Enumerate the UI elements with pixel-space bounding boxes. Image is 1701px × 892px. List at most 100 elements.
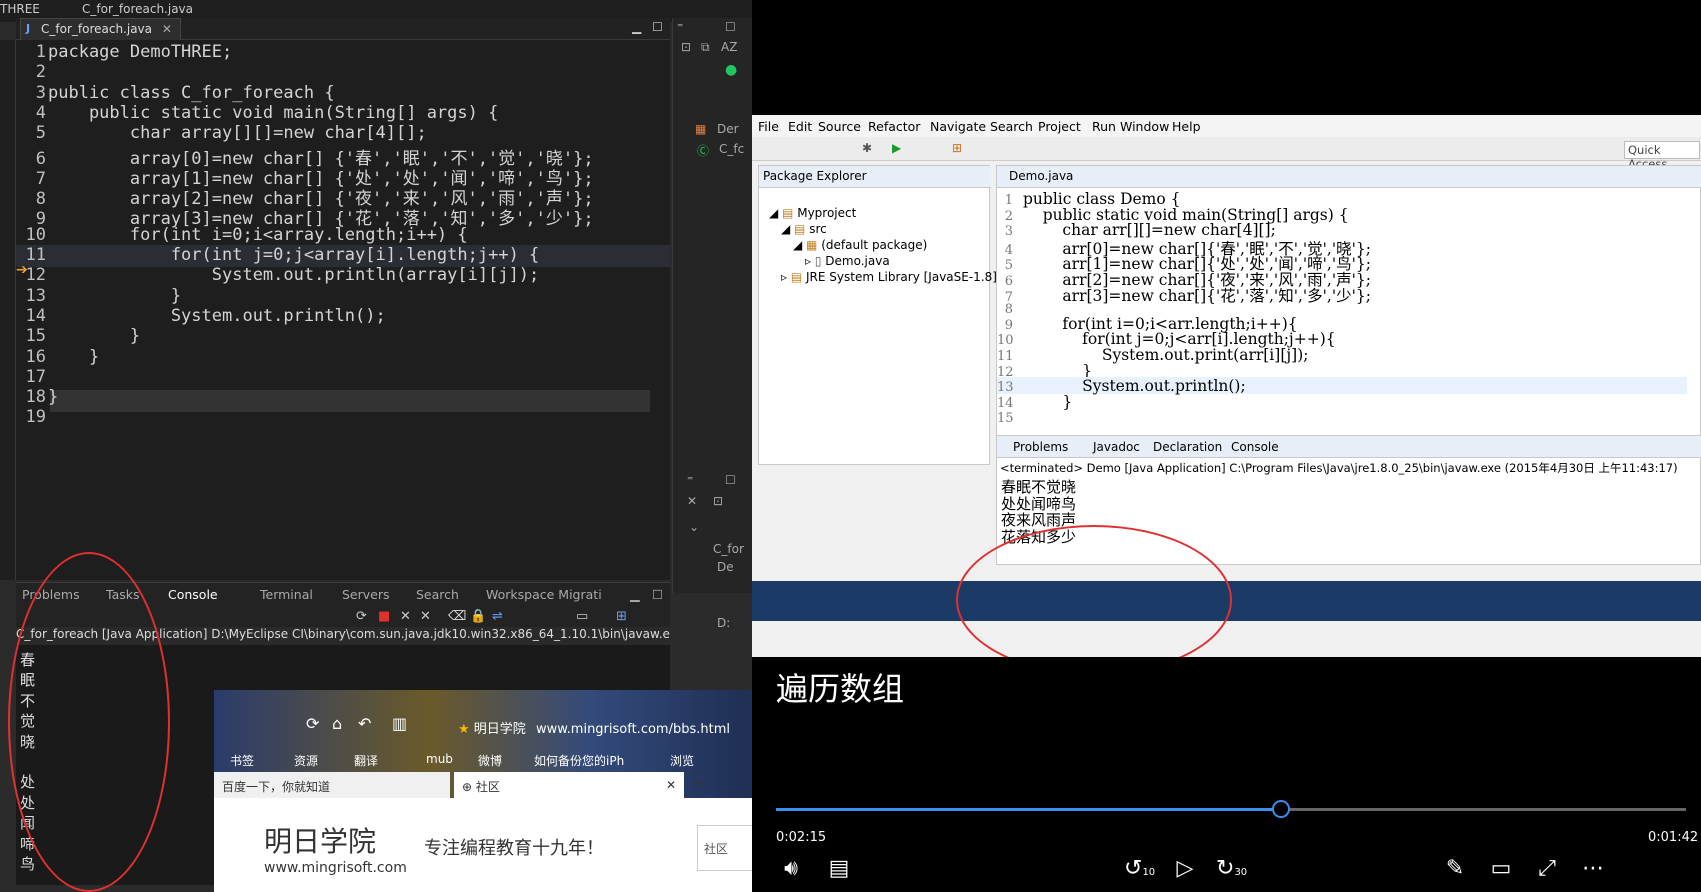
code-tab-bar: Demo.java [997,166,1701,188]
code-editor[interactable]: 1 package DemoTHREE; 2 3 public class C_for_… [16,40,670,580]
remove-all-icon[interactable]: ✕ [420,609,431,624]
reader-icon[interactable]: ▥ [392,714,407,733]
bookmark-item[interactable]: 书签 [230,752,254,769]
demo-code-line: 11 System.out.print(arr[i][j]); [997,346,1687,364]
star-icon[interactable]: ★ [458,722,470,737]
video-frame[interactable]: File Edit Source Refactor Navigate Searc… [752,115,1701,657]
maximize-icon[interactable]: ☐ [652,587,663,602]
minimize-icon[interactable]: ▁ [630,587,640,602]
right-view-item-1[interactable]: C_fc [719,142,744,156]
more-options-icon[interactable]: ⋯ [1578,854,1608,884]
right-view-column: ⁼ ☐ ⊡ ⧉ AZ ● ▦ Der Ⓒ C_fc ⁼ ☐ ✕ ⊡ ⌄ C_fo… [672,18,752,630]
demo-code-line: 7 arr[3]=new char[]{'花','落','知','多','少'}… [997,284,1687,305]
menu-file: File [758,119,779,134]
tree-item-demo-java: ▹ ▯ Demo.java [805,254,890,268]
right-view-item-0[interactable]: Der [717,122,739,136]
scroll-lock-icon[interactable]: 🔒 [470,609,486,624]
right-view-item-4[interactable]: D: [717,616,730,630]
collapse-icon[interactable]: ⊡ [681,40,691,54]
browser-tab-label: 社区 [475,780,500,794]
pin-icon[interactable]: ⊡ [713,494,723,508]
code-line: 1 package DemoTHREE; [16,42,670,64]
close-all-icon[interactable]: ✕ [687,494,697,508]
stop-icon[interactable]: ■ [378,609,390,624]
code-text: public class C_for_foreach { [48,82,335,103]
browser-tab-baidu[interactable]: 百度一下，你就知道 [214,772,450,798]
new-tab-icon[interactable]: + [692,776,704,792]
word-wrap-icon[interactable]: ⇌ [492,609,503,624]
site-logo[interactable]: 明日学院 [264,820,376,860]
tree-item-project: ◢ ▤ Myproject [769,206,857,220]
code-line: 10 for(int i=0;i<array.length;i++) { [16,225,670,247]
java-file-icon: ▯ [814,254,822,268]
code-text: public static void main(String[] args) { [48,102,499,123]
seek-thumb[interactable] [1272,800,1291,818]
view-menu-icon[interactable]: ⁼ [677,20,683,34]
bookmark-item[interactable]: 如何备份您的iPh [534,752,624,769]
undo-icon[interactable]: ↶ [358,714,371,733]
seek-bar-progress [776,808,1282,811]
skip-back-button[interactable]: ↺10 [1124,854,1155,884]
code-line: 9 array[3]=new char[] {'花','落','知','多','… [16,204,670,229]
bookmark-item[interactable]: 浏览 [670,752,694,769]
maximize-icon[interactable]: ☐ [725,473,736,487]
bookmark-item[interactable]: 微博 [478,752,502,769]
close-icon[interactable]: ✕ [666,778,676,792]
site-slogan: 专注编程教育十九年！ [424,838,604,859]
minimize-icon[interactable]: ▁ [632,20,641,34]
volume-icon[interactable]: 🔊︎ [776,854,806,884]
pen-icon[interactable]: ✎ [1440,854,1470,884]
refresh-icon[interactable]: ⟳ [306,714,319,733]
editor-tab-label: C_for_foreach.java [41,22,153,36]
maximize-icon[interactable]: ☐ [725,20,736,34]
browser-tab-bar: 百度一下，你就知道 ⊕ 社区 ✕ + [214,772,752,798]
bookmark-item[interactable]: 翻译 [354,752,378,769]
right-view-item-2[interactable]: C_for [713,542,744,556]
link-icon[interactable]: ⧉ [701,40,710,55]
site-section-select[interactable]: 社区 [697,825,752,871]
demo-code-line: 3 char arr[][]=new char[4][]; [997,221,1687,239]
skip-forward-button[interactable]: ↻30 [1216,854,1247,884]
menu-run: Run [1092,119,1116,134]
bookmark-item[interactable]: 资源 [294,752,318,769]
code-text: } [48,285,182,306]
green-dot-icon: ● [725,62,738,78]
ide-window: THREE C_for_foreach.java J C_for_foreach… [0,0,752,892]
home-icon[interactable]: ⌂ [332,714,342,733]
new-console-icon[interactable]: ⊞ [616,609,627,624]
chevron-down-icon[interactable]: ⌄ [689,520,699,534]
package-icon: ⊞ [952,141,963,155]
display-console-icon[interactable]: ▭ [576,609,588,624]
close-icon[interactable]: ✕ [162,22,172,36]
tab-workspace-migration[interactable]: Workspace Migrati [486,587,602,602]
tree-label: src [809,222,827,236]
outline-icon: ▦ [695,122,707,136]
code-line: 14 System.out.println(); [16,306,670,328]
sort-az-icon[interactable]: AZ [721,40,737,54]
tab-console[interactable]: Console [168,587,218,602]
demo-code-line: 14 } [997,393,1687,411]
class-icon: Ⓒ [697,144,710,158]
remove-launch-icon[interactable]: ✕ [400,609,411,624]
fullscreen-icon[interactable]: ⤢ [1532,854,1562,884]
view-menu-icon[interactable]: ⁼ [687,473,693,487]
right-view-item-3[interactable]: De [717,560,734,574]
address-bar[interactable]: ★ 明日学院 www.mingrisoft.com/bbs.html [458,718,730,737]
bookmark-item[interactable]: mub [426,752,453,766]
editor-left-gutter-strip [0,40,16,580]
editor-tab-c-for-foreach[interactable]: J C_for_foreach.java ✕ [20,18,181,40]
play-button[interactable]: ▷ [1170,854,1200,884]
tab-servers[interactable]: Servers [342,587,390,602]
subtitles-icon[interactable]: ▤ [824,854,854,884]
browser-tab-community[interactable]: ⊕ 社区 ✕ [454,772,684,798]
code-line: 5 char array[][]=new char[4][]; [16,123,670,145]
maximize-icon[interactable]: ☐ [652,20,663,34]
tab-terminal[interactable]: Terminal [260,587,313,602]
refresh-icon[interactable]: ⟳ [356,609,367,624]
mini-view-icon[interactable]: ▭ [1486,854,1516,884]
eclipse-menu-bar: File Edit Source Refactor Navigate Searc… [752,115,1701,137]
code-line: 16 } [16,347,670,369]
tab-search[interactable]: Search [416,587,459,602]
code-text: } [48,346,100,367]
clear-console-icon[interactable]: ⌫ [448,609,466,624]
